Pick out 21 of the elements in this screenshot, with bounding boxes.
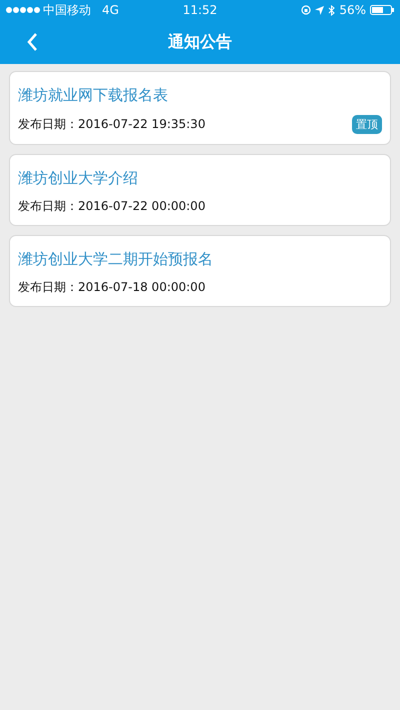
publish-date: 发布日期：2016-07-22 19:35:30: [18, 116, 206, 133]
lock-rotation-icon: [301, 5, 312, 15]
signal-icon: [6, 7, 40, 13]
clock-time: 11:52: [182, 3, 218, 17]
notice-title: 潍坊创业大学二期开始预报名: [18, 250, 214, 269]
notice-card[interactable]: 潍坊就业网下载报名表 发布日期：2016-07-22 19:35:30 置顶: [9, 71, 391, 145]
notice-card[interactable]: 潍坊创业大学介绍 发布日期：2016-07-22 00:00:00: [9, 154, 391, 226]
notice-title: 潍坊就业网下载报名表: [18, 86, 169, 105]
location-icon: [315, 6, 324, 14]
notice-card[interactable]: 潍坊创业大学二期开始预报名 发布日期：2016-07-18 00:00:00: [9, 235, 391, 307]
carrier-name: 中国移动: [43, 2, 91, 18]
pinned-badge: 置顶: [352, 115, 382, 134]
battery-icon: [370, 5, 394, 15]
notice-title: 潍坊创业大学介绍: [18, 169, 139, 188]
publish-date: 发布日期：2016-07-18 00:00:00: [18, 279, 206, 296]
bluetooth-icon: [328, 4, 336, 16]
page-title: 通知公告: [168, 32, 232, 52]
back-icon: [26, 33, 38, 51]
battery-percent: 56%: [339, 3, 366, 17]
network-type: 4G: [102, 3, 119, 17]
publish-date: 发布日期：2016-07-22 00:00:00: [18, 198, 206, 215]
